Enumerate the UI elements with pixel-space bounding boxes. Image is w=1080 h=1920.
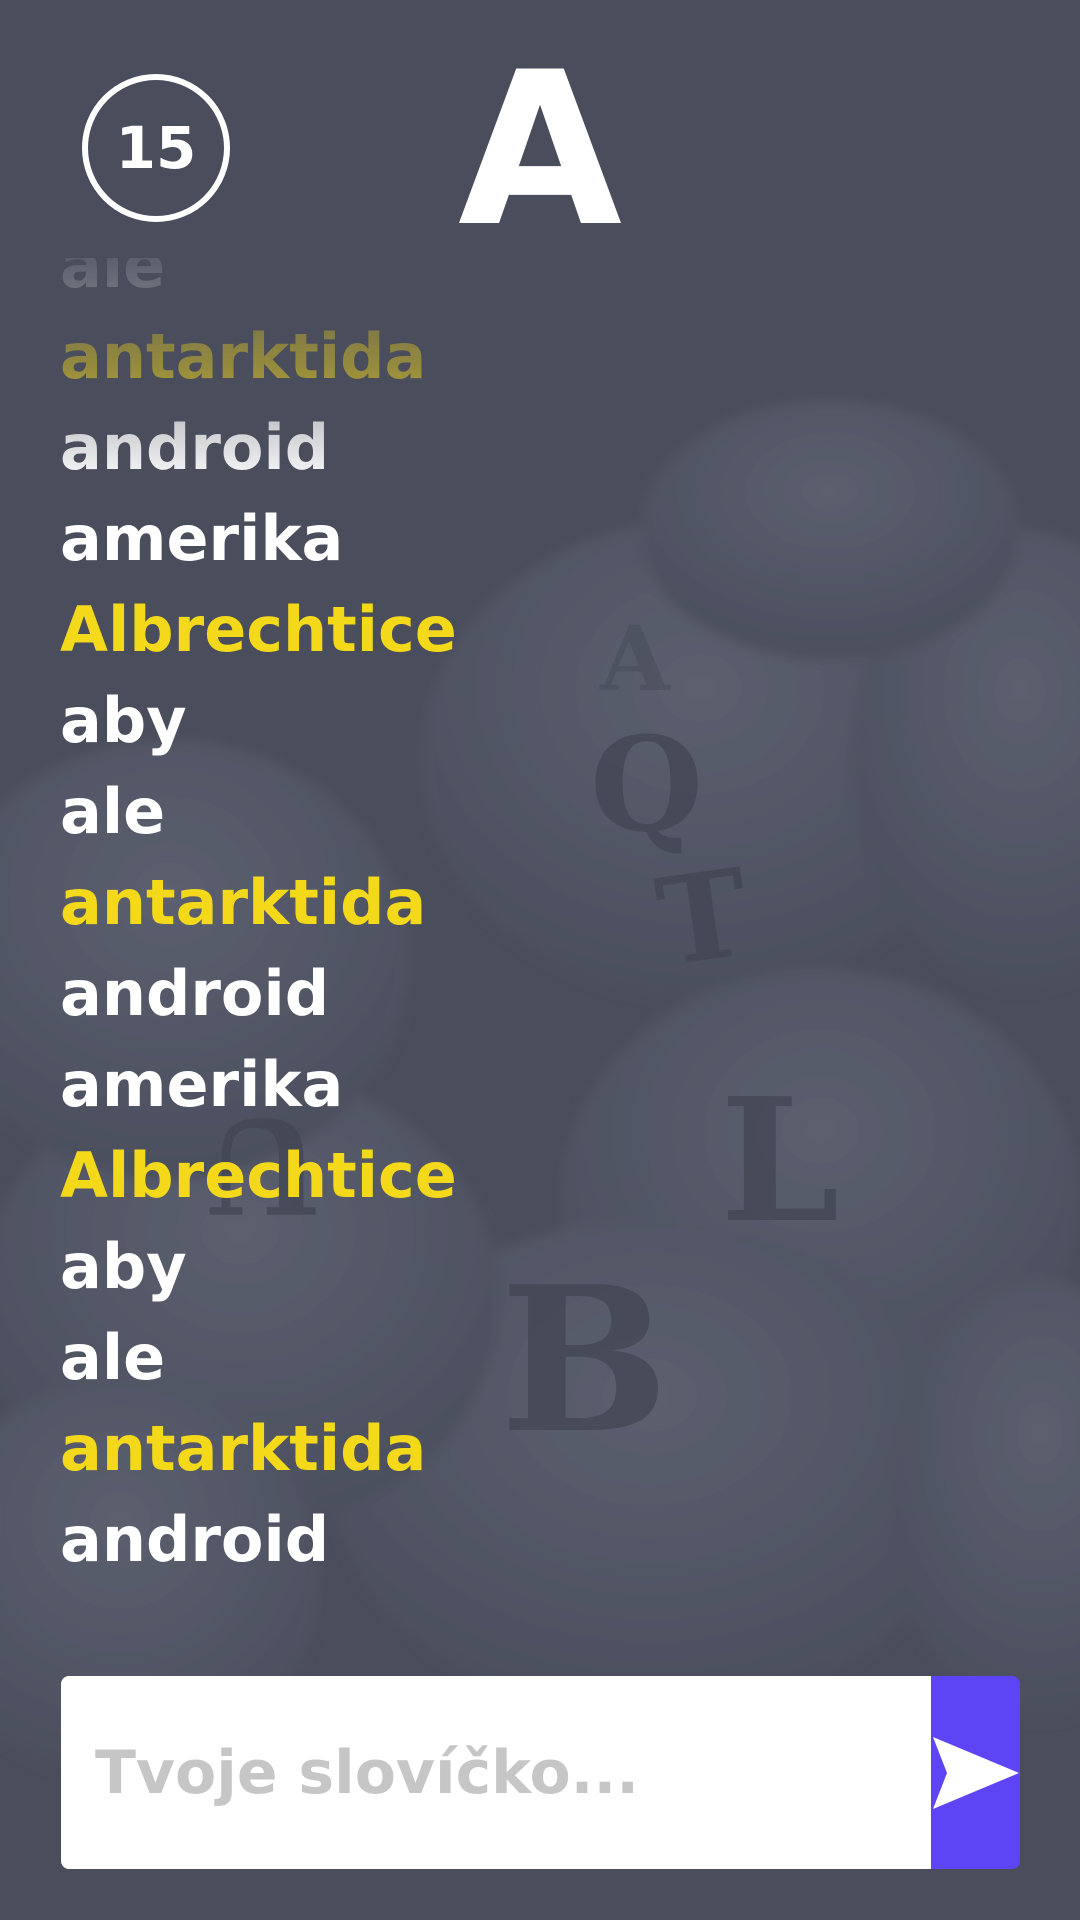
word-item: ale <box>60 258 166 302</box>
word-item: aby <box>60 684 187 757</box>
word-item: antarktida <box>60 320 427 393</box>
word-item: Albrechtice <box>60 1139 457 1212</box>
send-icon <box>932 1736 1019 1809</box>
word-item: android <box>60 957 330 1030</box>
current-letter: A <box>457 26 623 273</box>
word-item: antarktida <box>60 1412 427 1485</box>
word-item: aby <box>60 1230 187 1303</box>
word-item: amerika <box>60 502 344 575</box>
word-item: ale <box>60 775 166 848</box>
word-item: antarktida <box>60 866 427 939</box>
word-item: ale <box>60 1321 166 1394</box>
word-item: android <box>60 411 330 484</box>
word-list[interactable]: ale antarktida android amerika Albrechtice ab… <box>60 258 960 1598</box>
word-item: Albrechtice <box>60 593 457 666</box>
word-list-content: ale antarktida android amerika Albrechtice ab… <box>60 258 457 1585</box>
send-button[interactable] <box>931 1676 1020 1869</box>
input-bar <box>61 1676 1020 1869</box>
word-item: amerika <box>60 1048 344 1121</box>
word-item: android <box>60 1503 330 1576</box>
word-input[interactable] <box>61 1676 931 1869</box>
